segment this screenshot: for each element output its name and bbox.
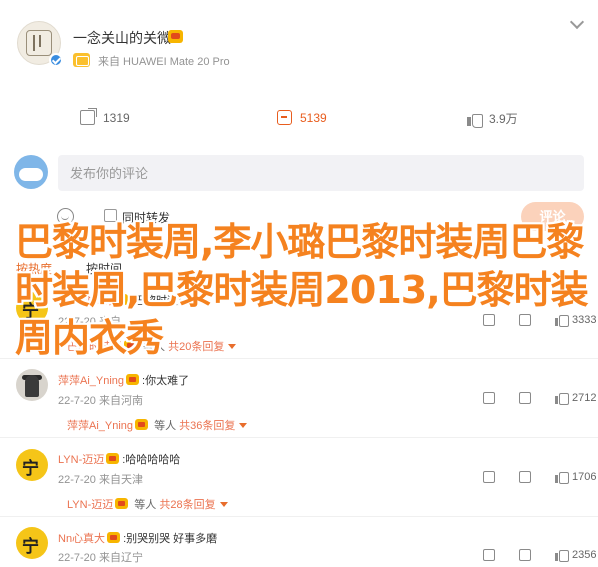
share-button[interactable]: 1319	[80, 108, 130, 125]
vip-icon	[107, 532, 121, 543]
vip-icon	[106, 453, 120, 464]
comment-time: 22-7-20 来自辽宁	[58, 552, 143, 564]
comment-header: LYN-迈迈 :哈哈哈哈哈	[58, 450, 180, 468]
comment-like-button[interactable]: 2356	[555, 548, 597, 562]
comment-like-button[interactable]: 1706	[555, 470, 597, 484]
commenter-name[interactable]: Nn心真大	[58, 533, 105, 545]
share-icon[interactable]	[483, 470, 495, 483]
reply-user: 萍萍Ai_Yning	[67, 420, 134, 432]
share-icon	[80, 108, 97, 125]
reply-summary[interactable]: 萍萍Ai_Yning 等人 共36条回复	[67, 417, 248, 433]
commenter-avatar[interactable]	[16, 369, 48, 401]
reply-suffix: 等人	[151, 420, 177, 432]
like-icon	[555, 470, 569, 484]
share-icon[interactable]	[483, 548, 495, 561]
vip-icon	[126, 374, 140, 385]
chevron-down-icon[interactable]	[569, 14, 585, 30]
share-icon[interactable]	[483, 391, 495, 404]
commenter-name[interactable]: 萍萍Ai_Yning	[58, 375, 124, 387]
commenter-name[interactable]: LYN-迈迈	[58, 454, 104, 466]
comment-time: 22-7-20 来自河南	[58, 395, 143, 407]
overlay-headline: 巴黎时装周,李小璐巴黎时装周巴黎时装周,巴黎时装周2013,巴黎时装周内衣秀	[15, 220, 589, 360]
my-avatar	[14, 155, 48, 189]
like-button[interactable]: 3.9万	[467, 110, 518, 128]
comment-icon	[277, 110, 292, 125]
comment-like-count: 1706	[572, 470, 597, 483]
comment-time: 22-7-20 来自天津	[58, 474, 143, 486]
comment-like-button[interactable]: 2712	[555, 391, 597, 405]
comment-header: Nn心真大 :别哭别哭 好事多磨	[58, 529, 217, 547]
reply-user: LYN-迈迈	[67, 499, 114, 511]
expand-caret-icon	[239, 423, 248, 428]
like-count: 3.9万	[489, 112, 518, 126]
author-name[interactable]: 一念关山的关微	[73, 28, 171, 48]
comment-text: :你太难了	[142, 375, 190, 387]
comment-actions: 2712	[483, 391, 597, 405]
comment-actions: 1706	[483, 470, 597, 484]
reply-icon[interactable]	[519, 391, 531, 404]
like-icon	[555, 548, 569, 562]
expand-caret-icon	[219, 502, 228, 507]
divider	[0, 437, 598, 438]
comment-count: 5139	[300, 110, 327, 125]
divider	[0, 516, 598, 517]
comment-text: :别哭别哭 好事多磨	[123, 533, 218, 545]
comment-text: :哈哈哈哈哈	[122, 454, 181, 466]
post-device: 来自 HUAWEI Mate 20 Pro	[98, 56, 230, 68]
member-badge-icon	[168, 30, 183, 43]
comment-like-count: 2356	[572, 548, 597, 561]
reply-suffix: 等人	[131, 499, 157, 511]
vip-icon	[115, 498, 129, 509]
commenter-avatar[interactable]: 宁	[16, 449, 48, 481]
comment-actions: 2356	[483, 548, 597, 562]
reply-summary[interactable]: LYN-迈迈 等人 共28条回复	[67, 496, 228, 512]
verified-badge-icon	[49, 53, 63, 67]
like-icon	[467, 111, 483, 128]
comment-input[interactable]	[58, 155, 584, 191]
comment-header: 萍萍Ai_Yning :你太难了	[58, 371, 189, 389]
share-count: 1319	[103, 110, 130, 125]
comment-button[interactable]: 5139	[277, 110, 327, 125]
commenter-avatar[interactable]: 宁	[16, 527, 48, 559]
comment-like-count: 2712	[572, 391, 597, 404]
vip-icon	[135, 419, 149, 430]
reply-count: 共36条回复	[179, 420, 236, 432]
like-icon	[555, 391, 569, 405]
reply-icon[interactable]	[519, 548, 531, 561]
level-badge-icon	[73, 53, 90, 67]
reply-icon[interactable]	[519, 470, 531, 483]
reply-count: 共28条回复	[159, 499, 216, 511]
